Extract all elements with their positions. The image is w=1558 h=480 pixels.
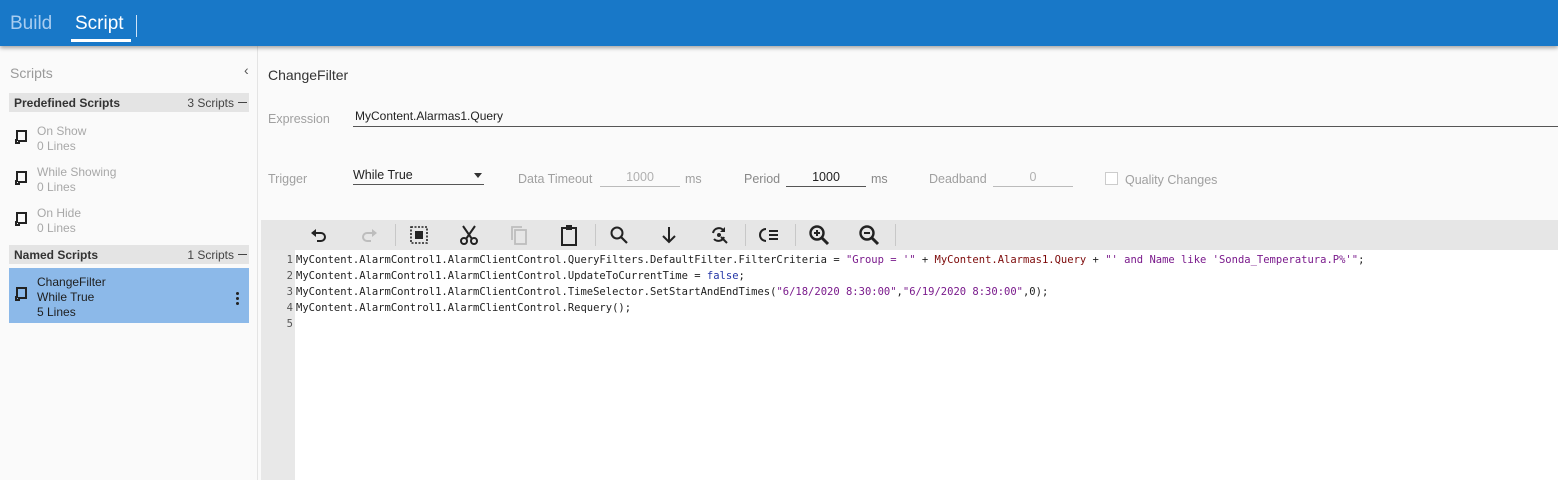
script-name: On Hide <box>37 206 82 220</box>
code-line: MyContent.AlarmControl1.AlarmClientContr… <box>296 302 632 314</box>
tab-build[interactable]: Build <box>10 13 52 35</box>
tab-divider <box>136 15 137 37</box>
copy-icon[interactable] <box>507 223 531 247</box>
search-icon[interactable] <box>607 223 631 247</box>
group-count: 3 Scripts <box>187 96 234 110</box>
expression-input[interactable]: MyContent.Alarmas1.Query <box>353 109 1558 127</box>
code-line: MyContent.AlarmControl1.AlarmClientContr… <box>296 254 1365 266</box>
code-editor[interactable]: 1 2 3 4 5 MyContent.AlarmControl1.AlarmC… <box>261 250 1558 480</box>
script-item-on-show[interactable]: On Show 0 Lines <box>9 117 249 157</box>
quality-changes-label: Quality Changes <box>1125 173 1218 187</box>
script-scroll-icon <box>13 129 29 150</box>
line-number-gutter: 1 2 3 4 5 <box>261 250 295 480</box>
script-editor-panel: ChangeFilter Expression MyContent.Alarma… <box>259 46 1558 480</box>
paste-icon[interactable] <box>557 223 581 247</box>
script-item-while-showing[interactable]: While Showing 0 Lines <box>9 158 249 198</box>
data-timeout-unit: ms <box>685 172 702 186</box>
select-all-icon[interactable] <box>407 223 431 247</box>
editor-toolbar <box>261 220 1558 250</box>
replace-icon[interactable] <box>707 223 731 247</box>
scripts-sidebar: Scripts ‹ Predefined Scripts 3 Scripts O… <box>0 46 258 480</box>
trigger-label: Trigger <box>268 172 308 186</box>
script-scroll-icon <box>13 211 29 232</box>
script-lines: 0 Lines <box>37 139 76 153</box>
deadband-label: Deadband <box>929 172 987 186</box>
script-lines: 0 Lines <box>37 180 76 194</box>
line-number: 1 <box>286 254 293 266</box>
line-number: 2 <box>286 270 293 282</box>
trigger-select[interactable]: While True <box>353 168 484 185</box>
code-line: MyContent.AlarmControl1.AlarmClientContr… <box>296 286 1049 298</box>
line-number: 3 <box>286 286 293 298</box>
top-bar: Build Script <box>0 0 1558 46</box>
line-number: 5 <box>286 318 293 330</box>
find-next-icon[interactable] <box>657 223 681 247</box>
chevron-left-icon[interactable]: ‹ <box>244 62 249 78</box>
code-line: MyContent.AlarmControl1.AlarmClientContr… <box>296 270 745 282</box>
tab-script[interactable]: Script <box>75 13 124 35</box>
group-name: Predefined Scripts <box>14 96 121 110</box>
zoom-out-icon[interactable] <box>857 223 881 247</box>
data-timeout-label: Data Timeout <box>518 172 593 186</box>
collapse-minus-icon[interactable] <box>238 102 247 103</box>
script-trigger: While True <box>37 290 95 304</box>
data-timeout-input[interactable]: 1000 <box>600 170 680 187</box>
period-unit: ms <box>871 172 888 186</box>
script-item-changefilter[interactable]: ChangeFilter While True 5 Lines <box>9 268 249 323</box>
page-title: ChangeFilter <box>268 67 349 83</box>
zoom-in-icon[interactable] <box>807 223 831 247</box>
trigger-value: While True <box>353 168 413 182</box>
script-scroll-icon <box>13 170 29 191</box>
period-label: Period <box>744 172 781 186</box>
outdent-icon[interactable] <box>757 223 781 247</box>
script-item-on-hide[interactable]: On Hide 0 Lines <box>9 199 249 239</box>
expression-label: Expression <box>268 112 330 126</box>
group-name: Named Scripts <box>14 248 99 262</box>
script-name: While Showing <box>37 165 117 179</box>
group-count: 1 Scripts <box>187 248 234 262</box>
collapse-minus-icon[interactable] <box>238 254 247 255</box>
undo-icon[interactable] <box>307 223 331 247</box>
group-header-named[interactable]: Named Scripts 1 Scripts <box>9 245 249 264</box>
script-scroll-icon <box>13 286 29 307</box>
script-name: On Show <box>37 124 87 138</box>
active-tab-indicator <box>71 39 131 42</box>
script-lines: 0 Lines <box>37 221 76 235</box>
more-vert-icon[interactable] <box>236 292 240 307</box>
cut-icon[interactable] <box>457 223 481 247</box>
script-lines: 5 Lines <box>37 305 76 319</box>
quality-changes-checkbox[interactable] <box>1105 172 1118 185</box>
line-number: 4 <box>286 302 293 314</box>
dropdown-caret-icon <box>474 173 482 178</box>
deadband-input[interactable]: 0 <box>993 170 1073 187</box>
period-input[interactable]: 1000 <box>786 170 866 187</box>
group-header-predefined[interactable]: Predefined Scripts 3 Scripts <box>9 93 249 112</box>
redo-icon[interactable] <box>357 223 381 247</box>
sidebar-title: Scripts <box>10 65 53 81</box>
script-name: ChangeFilter <box>37 275 106 289</box>
